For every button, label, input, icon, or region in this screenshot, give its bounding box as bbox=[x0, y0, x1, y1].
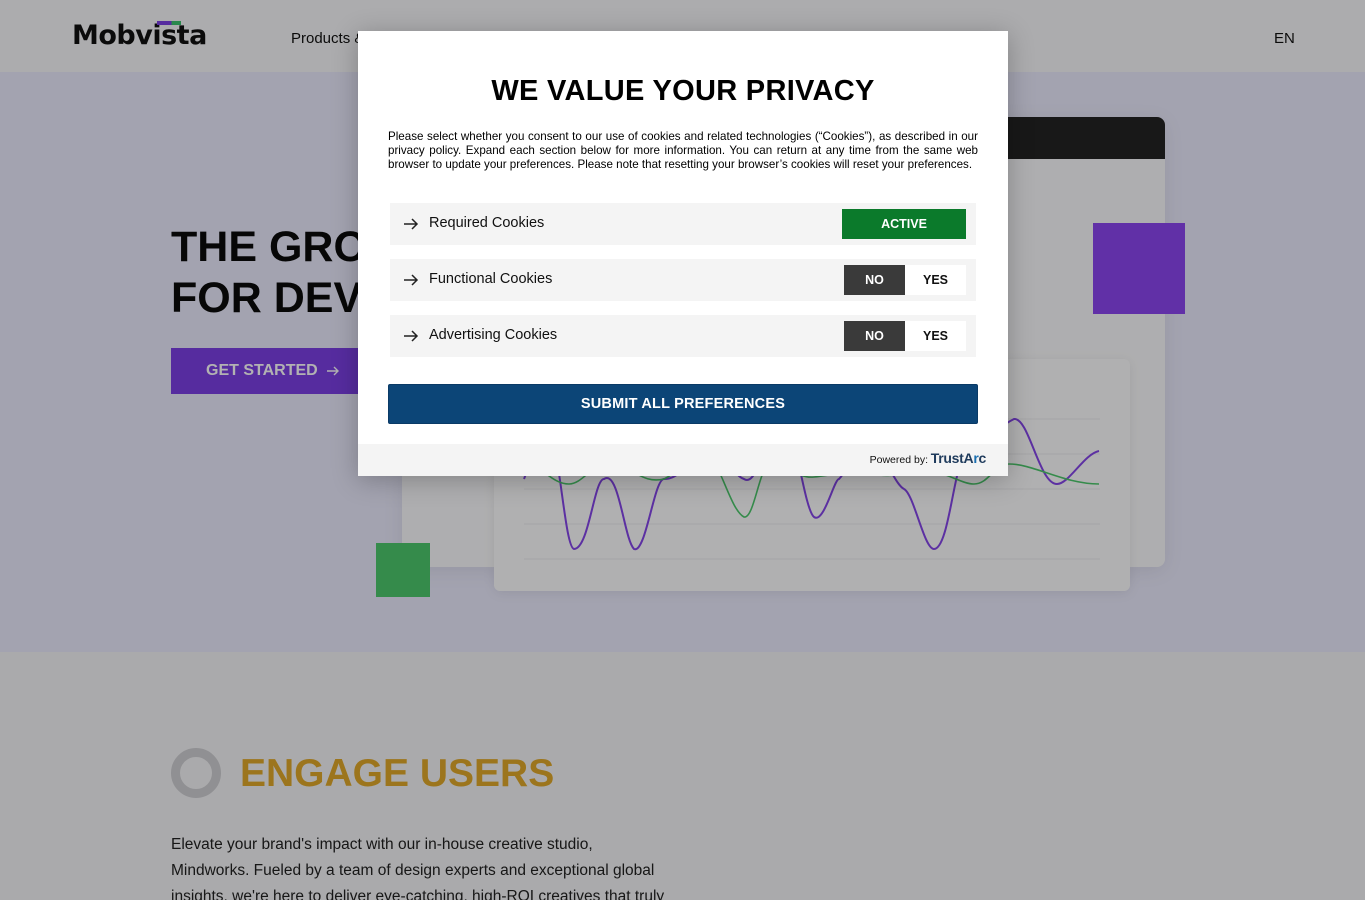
cookie-row-functional[interactable]: Functional Cookies NO YES bbox=[390, 259, 976, 301]
modal-description: Please select whether you consent to our… bbox=[388, 130, 978, 171]
functional-yes-button[interactable]: YES bbox=[905, 265, 966, 295]
modal-footer: Powered by: TrustArc bbox=[358, 444, 1008, 476]
advertising-no-button[interactable]: NO bbox=[844, 321, 905, 351]
trustarc-logo[interactable]: TrustArc bbox=[931, 450, 987, 466]
advertising-yes-button[interactable]: YES bbox=[905, 321, 966, 351]
modal-title: WE VALUE YOUR PRIVACY bbox=[491, 75, 875, 107]
cookie-label: Functional Cookies bbox=[429, 271, 553, 287]
functional-no-button[interactable]: NO bbox=[844, 265, 905, 295]
advertising-toggle: NO YES bbox=[844, 321, 966, 351]
powered-by-label: Powered by: bbox=[869, 454, 928, 466]
cookie-label: Advertising Cookies bbox=[429, 327, 558, 343]
arrow-right-icon bbox=[404, 274, 419, 286]
functional-toggle: NO YES bbox=[844, 265, 966, 295]
privacy-modal: WE VALUE YOUR PRIVACY Please select whet… bbox=[358, 31, 1008, 476]
cookie-label: Required Cookies bbox=[429, 215, 545, 231]
cookie-row-advertising[interactable]: Advertising Cookies NO YES bbox=[390, 315, 976, 357]
submit-preferences-button[interactable]: SUBMIT ALL PREFERENCES bbox=[388, 384, 978, 424]
arrow-right-icon bbox=[404, 330, 419, 342]
arrow-right-icon bbox=[404, 218, 419, 230]
cookie-row-required[interactable]: Required Cookies ACTIVE bbox=[390, 203, 976, 245]
required-active-button[interactable]: ACTIVE bbox=[842, 209, 966, 239]
